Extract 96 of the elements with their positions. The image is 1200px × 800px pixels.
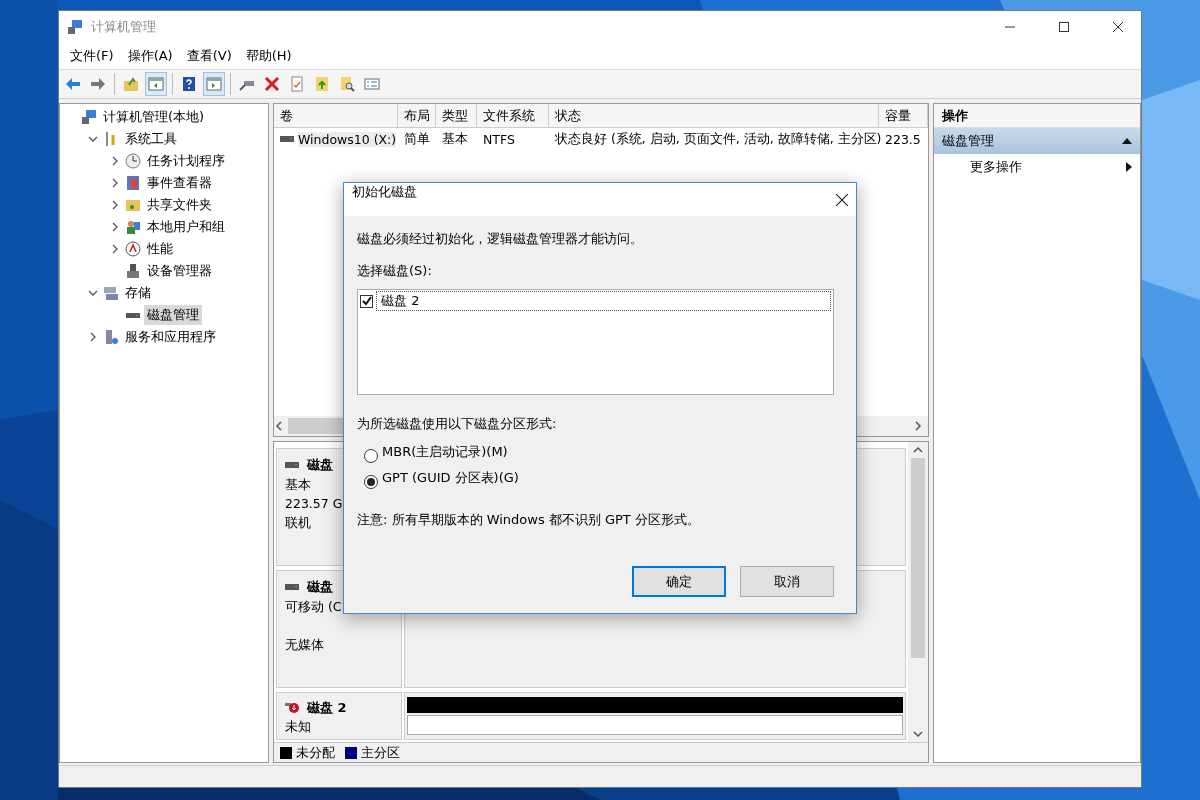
disk-type: 可移动 (C <box>285 598 342 616</box>
tree-item[interactable]: 性能 <box>144 239 176 259</box>
collapse-chevron-icon[interactable] <box>88 134 98 144</box>
back-arrow-icon <box>65 76 81 92</box>
tree-item[interactable]: 本地用户和组 <box>144 217 228 237</box>
expand-chevron-icon[interactable] <box>110 244 120 254</box>
actions-section[interactable]: 磁盘管理 <box>934 128 1140 154</box>
disk-status: 无媒体 <box>285 636 324 654</box>
disk-name: 磁盘 <box>307 456 333 474</box>
computer-icon <box>67 19 83 35</box>
panel-icon <box>206 76 222 92</box>
column-header[interactable]: 类型 <box>436 104 477 128</box>
tree-item[interactable]: 设备管理器 <box>144 261 215 281</box>
server-gear-icon <box>103 329 119 345</box>
list-label: 选择磁盘(S): <box>357 262 432 280</box>
forward-arrow-icon <box>90 76 106 92</box>
dialog-button[interactable]: 确定 <box>632 566 726 597</box>
table-cell: 223.5 <box>885 131 921 147</box>
computer-icon <box>81 109 97 125</box>
disk-error-icon <box>285 702 299 714</box>
column-header[interactable]: 容量 <box>879 104 928 128</box>
log-book-icon <box>125 175 141 191</box>
collapse-chevron-icon[interactable] <box>88 288 98 298</box>
table-cell: NTFS <box>483 131 515 147</box>
tree-item[interactable]: 任务计划程序 <box>144 151 228 171</box>
radio-button[interactable] <box>364 475 378 489</box>
actions-title: 操作 <box>942 106 968 125</box>
tree-item[interactable]: 系统工具 <box>122 129 180 149</box>
folder-up-icon <box>314 76 330 92</box>
expand-chevron-icon[interactable] <box>110 222 120 232</box>
disk-drive-icon <box>280 136 294 142</box>
tree-item[interactable]: 磁盘管理 <box>144 305 202 325</box>
radio-button[interactable] <box>364 449 378 463</box>
column-header[interactable]: 文件系统 <box>477 104 549 128</box>
users-icon <box>125 219 141 235</box>
dialog-title: 初始化磁盘 <box>352 183 417 201</box>
action-item[interactable]: 更多操作 <box>934 154 1140 180</box>
clock-icon <box>125 153 141 169</box>
table-cell: 基本 <box>442 130 468 148</box>
disk-drive-icon <box>285 462 299 468</box>
legend-label: 未分配 <box>296 743 335 762</box>
disk-size: 223.57 G <box>285 495 343 513</box>
tree-item[interactable]: 事件查看器 <box>144 173 215 193</box>
submenu-triangle-icon <box>1126 162 1132 172</box>
legend-label: 主分区 <box>361 743 400 762</box>
expand-chevron-icon[interactable] <box>88 332 98 342</box>
document-check-icon <box>289 76 305 92</box>
tree-item[interactable]: 服务和应用程序 <box>122 327 219 347</box>
scroll-left-icon[interactable] <box>274 421 284 431</box>
close-button[interactable] <box>1113 22 1123 32</box>
collapse-triangle-icon <box>1122 138 1132 144</box>
disk-name: 磁盘 2 <box>307 699 347 717</box>
table-cell: Windows10 (X:) <box>298 131 397 147</box>
maximize-button[interactable] <box>1059 22 1069 32</box>
disk-type: 未知 <box>285 718 311 736</box>
tree-item[interactable]: 存储 <box>122 283 154 303</box>
menu-item[interactable]: 操作(A) <box>120 47 180 65</box>
panel-icon <box>148 76 164 92</box>
partition-style-label: 为所选磁盘使用以下磁盘分区形式: <box>357 415 557 433</box>
gauge-icon <box>125 241 141 257</box>
scroll-right-icon[interactable] <box>913 421 923 431</box>
table-cell: 简单 <box>404 130 430 148</box>
delete-icon <box>264 76 280 92</box>
window-title: 计算机管理 <box>91 18 157 36</box>
column-header[interactable]: 卷 <box>274 104 398 128</box>
menu-item[interactable]: 文件(F) <box>63 47 121 65</box>
tree-item[interactable]: 计算机管理(本地) <box>100 107 208 127</box>
disk-drive-icon <box>285 584 299 590</box>
device-icon <box>125 263 141 279</box>
close-icon[interactable] <box>836 193 848 206</box>
expand-chevron-icon[interactable] <box>110 178 120 188</box>
properties-icon <box>364 76 380 92</box>
table-cell: 状态良好 (系统, 启动, 页面文件, 活动, 故障转储, 主分区) <box>555 130 882 148</box>
folder-up-icon <box>123 76 139 92</box>
note-text: 注意: 所有早期版本的 Windows 都不识别 GPT 分区形式。 <box>357 511 700 529</box>
shared-folder-icon <box>125 197 141 213</box>
menu-item[interactable]: 查看(V) <box>179 47 239 65</box>
menu-item[interactable]: 帮助(H) <box>238 47 299 65</box>
disk-status: 联机 <box>285 514 311 532</box>
vertical-scrollbar[interactable] <box>908 442 928 742</box>
dialog-message: 磁盘必须经过初始化，逻辑磁盘管理器才能访问。 <box>357 230 643 248</box>
disk-name: 磁盘 <box>307 578 333 596</box>
column-header[interactable]: 布局 <box>398 104 436 128</box>
column-header[interactable]: 状态 <box>549 104 879 128</box>
list-item[interactable]: 磁盘 2 <box>376 291 831 311</box>
disk-type: 基本 <box>285 476 311 494</box>
expand-chevron-icon[interactable] <box>110 200 120 210</box>
storage-icon <box>103 285 119 301</box>
expand-chevron-icon[interactable] <box>110 156 120 166</box>
help-icon <box>181 76 197 92</box>
dialog-button[interactable]: 取消 <box>740 566 834 597</box>
radio-label: MBR(主启动记录)(M) <box>382 443 508 461</box>
checkbox[interactable] <box>360 294 373 308</box>
search-icon <box>339 76 355 92</box>
tree-item[interactable]: 共享文件夹 <box>144 195 215 215</box>
radio-label: GPT (GUID 分区表)(G) <box>382 469 519 487</box>
